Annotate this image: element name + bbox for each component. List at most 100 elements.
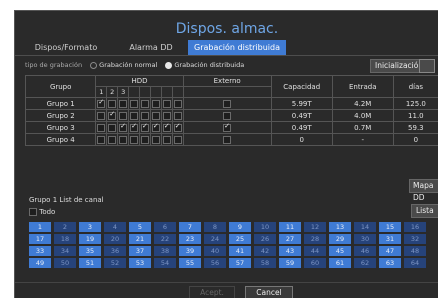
hdd-cell[interactable]: [150, 134, 161, 146]
external-checkbox[interactable]: [223, 100, 231, 108]
tab-device-format[interactable]: Dispos/Formato: [25, 40, 107, 55]
channel-button[interactable]: 40: [204, 246, 226, 256]
channel-button[interactable]: 18: [54, 234, 76, 244]
select-all-checkbox[interactable]: Todo: [29, 208, 55, 216]
hdd-checkbox[interactable]: [163, 112, 171, 120]
hdd-cell[interactable]: [129, 134, 140, 146]
radio-normal-recording[interactable]: Grabación normal: [90, 61, 157, 69]
hdd-checkbox[interactable]: [163, 136, 171, 144]
channel-button[interactable]: 7: [179, 222, 201, 232]
hdd-checkbox[interactable]: [174, 124, 182, 132]
hdd-checkbox[interactable]: [119, 100, 127, 108]
channel-button[interactable]: 50: [54, 258, 76, 268]
hdd-checkbox[interactable]: [163, 100, 171, 108]
channel-button[interactable]: 14: [354, 222, 376, 232]
hdd-checkbox[interactable]: [174, 100, 182, 108]
channel-button[interactable]: 59: [279, 258, 301, 268]
channel-button[interactable]: 17: [29, 234, 51, 244]
external-cell[interactable]: [183, 98, 271, 110]
hdd-checkbox[interactable]: [97, 124, 105, 132]
channel-button[interactable]: 46: [354, 246, 376, 256]
hdd-cell[interactable]: [118, 110, 129, 122]
external-cell[interactable]: [183, 134, 271, 146]
hdd-checkbox[interactable]: [152, 124, 160, 132]
channel-button[interactable]: 19: [79, 234, 101, 244]
hdd-checkbox[interactable]: [108, 124, 116, 132]
hdd-checkbox[interactable]: [108, 100, 116, 108]
channel-button[interactable]: 27: [279, 234, 301, 244]
channel-button[interactable]: 38: [154, 246, 176, 256]
hdd-checkbox[interactable]: [174, 112, 182, 120]
channel-button[interactable]: 2: [54, 222, 76, 232]
channel-button[interactable]: 29: [329, 234, 351, 244]
channel-button[interactable]: 6: [154, 222, 176, 232]
channel-button[interactable]: 48: [404, 246, 426, 256]
hdd-cell[interactable]: [140, 122, 151, 134]
channel-button[interactable]: 63: [379, 258, 401, 268]
external-cell[interactable]: [183, 110, 271, 122]
channel-button[interactable]: 55: [179, 258, 201, 268]
channel-button[interactable]: 1: [29, 222, 51, 232]
hdd-checkbox[interactable]: [152, 112, 160, 120]
hdd-cell[interactable]: [107, 110, 118, 122]
channel-button[interactable]: 28: [304, 234, 326, 244]
channel-button[interactable]: 26: [254, 234, 276, 244]
channel-button[interactable]: 21: [129, 234, 151, 244]
hdd-checkbox[interactable]: [119, 136, 127, 144]
hdd-checkbox[interactable]: [141, 100, 149, 108]
channel-button[interactable]: 30: [354, 234, 376, 244]
hdd-cell[interactable]: [150, 110, 161, 122]
channel-button[interactable]: 47: [379, 246, 401, 256]
hdd-cell[interactable]: [172, 122, 183, 134]
hdd-cell[interactable]: [161, 98, 172, 110]
hdd-cell[interactable]: [161, 134, 172, 146]
channel-button[interactable]: 49: [29, 258, 51, 268]
channel-button[interactable]: 64: [404, 258, 426, 268]
channel-button[interactable]: 62: [354, 258, 376, 268]
hdd-checkbox[interactable]: [130, 124, 138, 132]
tab-hdd-alarm[interactable]: Alarma DD: [117, 40, 185, 55]
channel-button[interactable]: 43: [279, 246, 301, 256]
channel-button[interactable]: 41: [229, 246, 251, 256]
channel-button[interactable]: 4: [104, 222, 126, 232]
hdd-cell[interactable]: [118, 122, 129, 134]
channel-button[interactable]: 60: [304, 258, 326, 268]
hdd-cell[interactable]: [107, 122, 118, 134]
hdd-checkbox[interactable]: [130, 100, 138, 108]
list-button[interactable]: Lista: [411, 204, 438, 218]
hdd-checkbox[interactable]: [97, 136, 105, 144]
hdd-cell[interactable]: [129, 122, 140, 134]
hdd-cell[interactable]: [107, 134, 118, 146]
hdd-cell[interactable]: [150, 122, 161, 134]
hdd-checkbox[interactable]: [141, 124, 149, 132]
channel-button[interactable]: 34: [54, 246, 76, 256]
channel-button[interactable]: 52: [104, 258, 126, 268]
channel-button[interactable]: 31: [379, 234, 401, 244]
hdd-cell[interactable]: [129, 110, 140, 122]
hdd-cell[interactable]: [172, 110, 183, 122]
hdd-cell[interactable]: [96, 122, 107, 134]
channel-button[interactable]: 56: [204, 258, 226, 268]
channel-button[interactable]: 53: [129, 258, 151, 268]
channel-button[interactable]: 24: [204, 234, 226, 244]
hdd-checkbox[interactable]: [130, 136, 138, 144]
external-checkbox[interactable]: [223, 124, 231, 132]
initialize-extra-button[interactable]: [419, 59, 435, 73]
hdd-checkbox[interactable]: [119, 124, 127, 132]
hdd-checkbox[interactable]: [163, 124, 171, 132]
hdd-checkbox[interactable]: [174, 136, 182, 144]
hdd-checkbox[interactable]: [152, 136, 160, 144]
hdd-cell[interactable]: [140, 134, 151, 146]
channel-button[interactable]: 61: [329, 258, 351, 268]
channel-button[interactable]: 37: [129, 246, 151, 256]
channel-button[interactable]: 8: [204, 222, 226, 232]
hdd-cell[interactable]: [118, 98, 129, 110]
channel-button[interactable]: 42: [254, 246, 276, 256]
channel-button[interactable]: 25: [229, 234, 251, 244]
hdd-cell[interactable]: [140, 98, 151, 110]
channel-button[interactable]: 5: [129, 222, 151, 232]
channel-button[interactable]: 23: [179, 234, 201, 244]
channel-button[interactable]: 33: [29, 246, 51, 256]
external-checkbox[interactable]: [223, 112, 231, 120]
hdd-checkbox[interactable]: [141, 112, 149, 120]
